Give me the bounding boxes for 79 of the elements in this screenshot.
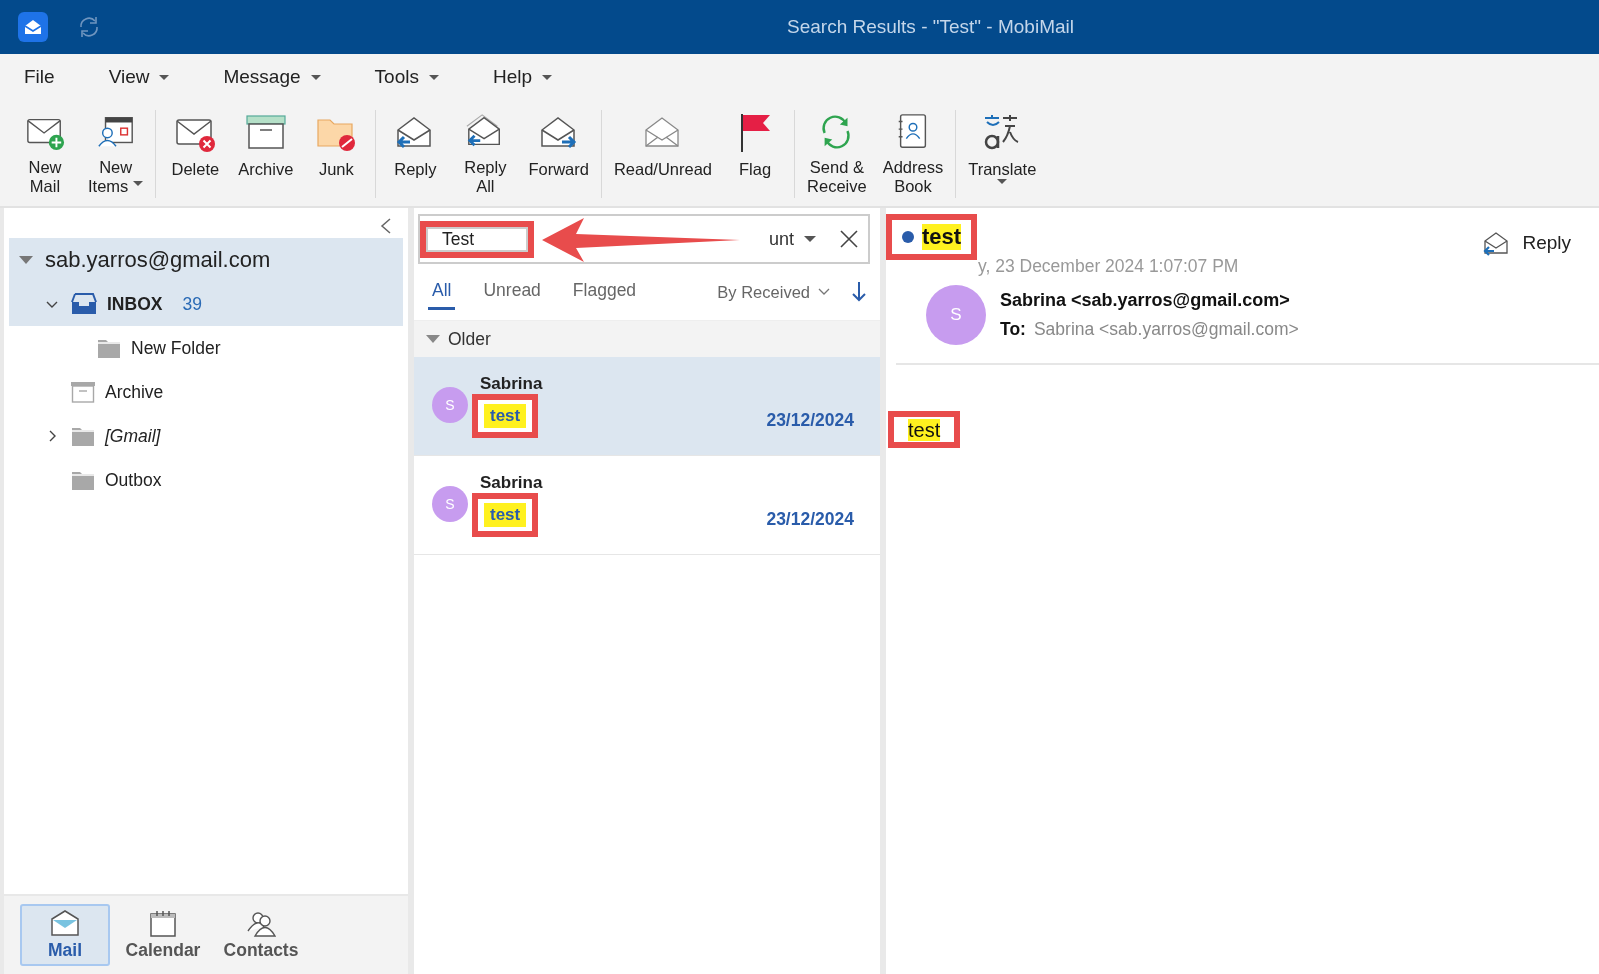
message-row[interactable]: S Sabrina test 23/12/2024	[414, 357, 880, 456]
close-button[interactable]	[840, 230, 858, 248]
expand-triangle-icon[interactable]	[426, 335, 440, 343]
folder-item[interactable]: Outbox	[9, 458, 403, 502]
toolbar-button[interactable]: Forward	[520, 110, 597, 198]
folder-name: New Folder	[131, 337, 221, 359]
folder-item[interactable]: INBOX 39	[9, 282, 403, 326]
toolbar-button[interactable]: New Mail	[10, 110, 80, 198]
highlight-frame: Test	[420, 220, 534, 258]
toolbar-button[interactable]: Delete	[160, 110, 231, 198]
filter-tab[interactable]: Flagged	[568, 274, 641, 310]
app-logo-icon	[18, 12, 48, 42]
message-date: y, 23 December 2024 1:07:07 PM	[978, 256, 1240, 277]
message-body: test	[908, 419, 941, 441]
envelope-arrow-icon	[1482, 230, 1511, 256]
account-name: sab.yarros@gmail.com	[45, 247, 271, 273]
avatar: S	[926, 285, 986, 345]
toolbar-button[interactable]: Send & Receive	[799, 110, 875, 198]
nav-tab[interactable]: Mail	[20, 904, 110, 966]
reply-button[interactable]: Reply	[1482, 230, 1571, 256]
chevron-icon	[818, 288, 830, 296]
folder-item[interactable]: New Folder	[9, 326, 403, 370]
avatar: S	[432, 486, 468, 522]
unread-count: 39	[182, 293, 202, 315]
sender-name: Sabrina	[480, 374, 543, 394]
window-title: Search Results - "Test" - MobiMail	[786, 16, 1075, 38]
toolbar-button[interactable]: New Items	[80, 110, 152, 198]
to-label: To:	[1000, 319, 1026, 340]
toolbar-button[interactable]: Translate	[960, 110, 1045, 198]
nav-tab[interactable]: Calendar	[118, 904, 208, 966]
menu-item[interactable]: File	[6, 60, 73, 94]
folder-name: INBOX	[107, 293, 163, 315]
message-subject: test	[484, 404, 527, 428]
toolbar-button[interactable]: Address Book	[874, 110, 952, 198]
folder-name: Outbox	[105, 469, 162, 491]
filter-tab[interactable]: Unread	[479, 274, 545, 310]
toolbar-button[interactable]: Archive	[230, 110, 302, 198]
toolbar-button[interactable]: Reply All	[450, 110, 521, 198]
sender-address: Sabrina <sab.yarros@gmail.com>	[1000, 290, 1291, 311]
search-scope[interactable]: unt	[768, 228, 794, 250]
toolbar-button[interactable]: Reply	[380, 110, 451, 198]
folder-name: [Gmail]	[105, 425, 161, 447]
message-row[interactable]: S Sabrina test 23/12/2024	[414, 456, 880, 555]
recipient-address: Sabrina <sab.yarros@gmail.com>	[1033, 319, 1299, 340]
folder-name: Archive	[105, 381, 164, 403]
calendar-icon	[148, 909, 178, 937]
sort-dropdown[interactable]: By Received	[717, 282, 830, 302]
folder-icon	[71, 469, 95, 491]
toolbar-button[interactable]: Flag	[720, 110, 791, 198]
avatar: S	[432, 387, 468, 423]
sender-name: Sabrina	[480, 473, 543, 493]
close-icon	[840, 230, 858, 248]
expand-triangle-icon[interactable]	[19, 256, 33, 264]
folder-item[interactable]: Archive	[9, 370, 403, 414]
toolbar-button[interactable]: Read/Unread	[605, 110, 721, 198]
folder-icon	[97, 337, 121, 359]
menu-item[interactable]: Message	[205, 60, 339, 94]
account-item[interactable]: sab.yarros@gmail.com	[9, 238, 403, 282]
sort-arrow-icon[interactable]	[852, 282, 866, 302]
people-icon	[246, 909, 276, 937]
message-subject: test	[484, 503, 527, 527]
search-field[interactable]: Test unt	[418, 214, 870, 264]
menu-item[interactable]: Help	[474, 60, 570, 94]
folder-icon	[71, 425, 95, 447]
archive-box-icon	[71, 381, 95, 403]
folder-item[interactable]: [Gmail]	[9, 414, 403, 458]
collapse-chevron-icon[interactable]	[380, 218, 392, 234]
message-date: 23/12/2024	[766, 410, 854, 431]
inbox-tray-icon	[71, 293, 97, 315]
group-header: Older	[448, 328, 491, 350]
nav-tab[interactable]: Contacts	[216, 904, 306, 966]
toolbar-button[interactable]: Junk	[301, 110, 372, 198]
caret-icon[interactable]	[804, 236, 816, 242]
filter-tab[interactable]: All	[428, 274, 456, 310]
menu-item[interactable]: View	[90, 60, 188, 94]
message-subject: test	[922, 224, 962, 250]
menu-item[interactable]: Tools	[356, 60, 457, 94]
message-date: 23/12/2024	[766, 509, 854, 530]
envelope-icon	[50, 909, 80, 937]
